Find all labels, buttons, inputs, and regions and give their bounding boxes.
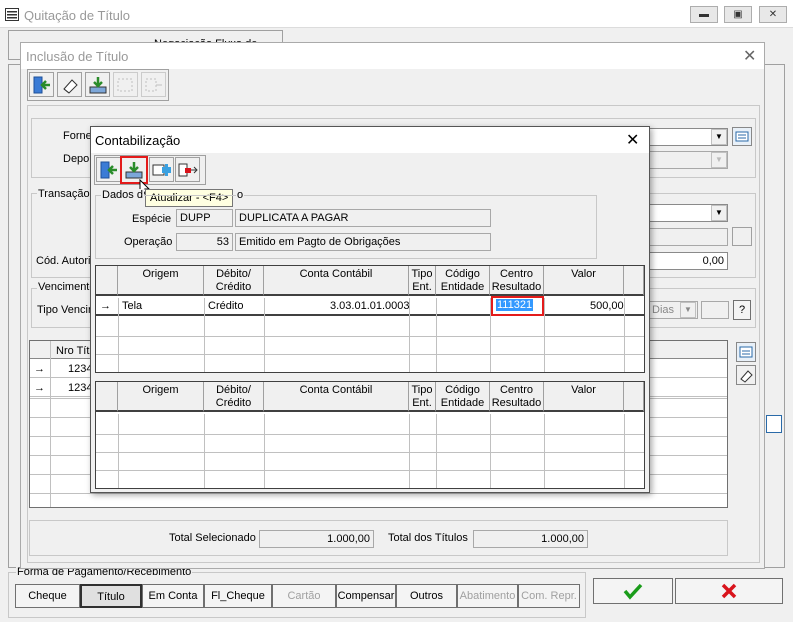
delete-row-icon <box>141 72 166 97</box>
valor-cell: 500,00 <box>590 300 624 312</box>
col-tipo-ent: Tipo Ent. <box>409 382 436 412</box>
eraser-icon[interactable] <box>57 72 82 97</box>
operacao-code: 53 <box>176 233 233 251</box>
insert-row-icon[interactable] <box>149 157 174 182</box>
contab-grid-bottom[interactable]: Origem Débito/ Crédito Conta Contábil Ti… <box>95 381 645 489</box>
confirm-button[interactable] <box>593 578 673 604</box>
contab-title-bar: Contabilização ✕ <box>91 127 649 153</box>
maximize-button[interactable]: ▣ <box>724 6 752 23</box>
tab-com-repr: Com. Repr. <box>518 584 580 608</box>
close-x-icon <box>721 583 737 599</box>
chevron-down-icon: ▼ <box>680 302 696 318</box>
dias-value <box>701 301 729 319</box>
insert-row-icon <box>113 72 138 97</box>
row-arrow-icon: → <box>100 300 111 312</box>
col-valor: Valor <box>544 266 624 296</box>
tab-outros[interactable]: Outros <box>396 584 457 608</box>
tab-abatimento: Abatimento <box>457 584 518 608</box>
vencimento-label: Vencimento <box>37 281 97 293</box>
chevron-down-icon[interactable]: ▼ <box>711 205 727 221</box>
nro-cell: 1234 <box>68 382 93 394</box>
app-icon <box>5 8 19 21</box>
origem-cell: Tela <box>122 300 143 312</box>
total-selecionado-value: 1.000,00 <box>259 530 374 548</box>
col-codigo-entidade: Código Entidade <box>436 266 490 296</box>
especie-code: DUPP <box>176 209 233 227</box>
tab-cheque[interactable]: Cheque <box>15 584 80 608</box>
main-window-title: Quitação de Título <box>24 8 130 23</box>
row-arrow-icon: → <box>34 382 45 394</box>
contab-title: Contabilização <box>95 133 181 148</box>
col-conta-contabil: Conta Contábil <box>264 382 409 412</box>
cancel-button[interactable] <box>675 578 783 604</box>
close-main-button[interactable]: ✕ <box>759 6 787 23</box>
cod-autoriz-label: Cód. Autoriz <box>36 255 96 267</box>
col-codigo-entidade: Código Entidade <box>436 382 490 412</box>
exit-door-icon[interactable] <box>96 157 121 182</box>
total-selecionado-label: Total Selecionado <box>169 532 256 544</box>
deposito-label: Depo <box>63 153 90 165</box>
checkmark-icon <box>623 583 643 600</box>
dados-label-tail: o <box>236 189 245 201</box>
main-title-bar: Quitação de Título ▬ ▣ ✕ <box>0 0 793 28</box>
inclusao-title: Inclusão de Título <box>26 49 129 64</box>
lookup-button[interactable] <box>732 227 752 246</box>
delete-row-icon[interactable] <box>175 157 200 182</box>
transacao-field <box>648 228 728 246</box>
fornecedor-label: Forne <box>63 130 92 142</box>
centro-resultado-cell[interactable]: 111321 <box>491 296 544 316</box>
eraser-icon[interactable] <box>736 365 756 385</box>
col-debito-credito: Débito/ Crédito <box>204 382 264 412</box>
tab-titulo[interactable]: Título <box>80 584 142 608</box>
contab-close-icon[interactable]: ✕ <box>626 130 639 150</box>
nro-cell: 1234 <box>68 363 93 375</box>
col-valor: Valor <box>544 382 624 412</box>
totals-panel <box>29 520 728 556</box>
col-tipo-ent: Tipo Ent. <box>409 266 436 296</box>
operacao-label: Operação <box>124 236 173 248</box>
col-nro-titulo: Nro Títi <box>56 345 92 357</box>
tab-cartao: Cartão <box>272 584 336 608</box>
update-tray-icon[interactable] <box>85 72 110 97</box>
total-titulos-value: 1.000,00 <box>473 530 588 548</box>
transacao-label: Transação <box>37 188 91 200</box>
chevron-down-icon: ▼ <box>711 152 727 168</box>
valor-field[interactable]: 0,00 <box>648 252 728 270</box>
col-centro-resultado: Centro Resultado <box>490 382 544 412</box>
tab-compensar[interactable]: Compensar <box>336 584 396 608</box>
tipo-venc-label: Tipo Vencir <box>37 304 92 316</box>
dados-label: Dados d <box>101 189 144 201</box>
col-debito-credito: Débito/ Crédito <box>204 266 264 296</box>
debcred-cell: Crédito <box>208 300 244 312</box>
tree-icon[interactable] <box>766 415 782 433</box>
centro-value: 111321 <box>496 299 534 311</box>
chevron-down-icon[interactable]: ▼ <box>711 129 727 145</box>
exit-door-icon[interactable] <box>29 72 54 97</box>
col-origem: Origem <box>118 382 204 412</box>
help-button[interactable]: ? <box>733 300 751 320</box>
inclusao-title-bar: Inclusão de Título ✕ <box>21 43 764 69</box>
tab-fl-cheque[interactable]: Fl_Cheque <box>204 584 272 608</box>
contab-dialog: Contabilização ✕ Atualizar - <F4> Dados … <box>90 126 650 493</box>
inclusao-close-icon[interactable]: ✕ <box>743 46 756 66</box>
minimize-button[interactable]: ▬ <box>690 6 718 23</box>
conta-cell: 3.03.01.01.0003 <box>330 300 410 312</box>
contab-grid-top[interactable]: Origem Débito/ Crédito Conta Contábil Ti… <box>95 265 645 373</box>
operacao-desc: Emitido em Pagto de Obrigações <box>235 233 491 251</box>
update-tray-icon <box>125 162 143 179</box>
tab-em-conta[interactable]: Em Conta <box>142 584 204 608</box>
especie-desc: DUPLICATA A PAGAR <box>235 209 491 227</box>
col-origem: Origem <box>118 266 204 296</box>
col-conta-contabil: Conta Contábil <box>264 266 409 296</box>
table-row[interactable]: → Tela Crédito 3.03.01.01.0003 111321 50… <box>96 296 644 316</box>
row-arrow-icon: → <box>34 363 45 375</box>
list-icon[interactable] <box>732 127 752 146</box>
especie-label: Espécie <box>132 213 172 225</box>
total-titulos-label: Total dos Títulos <box>388 532 468 544</box>
col-centro-resultado: Centro Resultado <box>490 266 544 296</box>
grid-list-icon[interactable] <box>736 342 756 362</box>
